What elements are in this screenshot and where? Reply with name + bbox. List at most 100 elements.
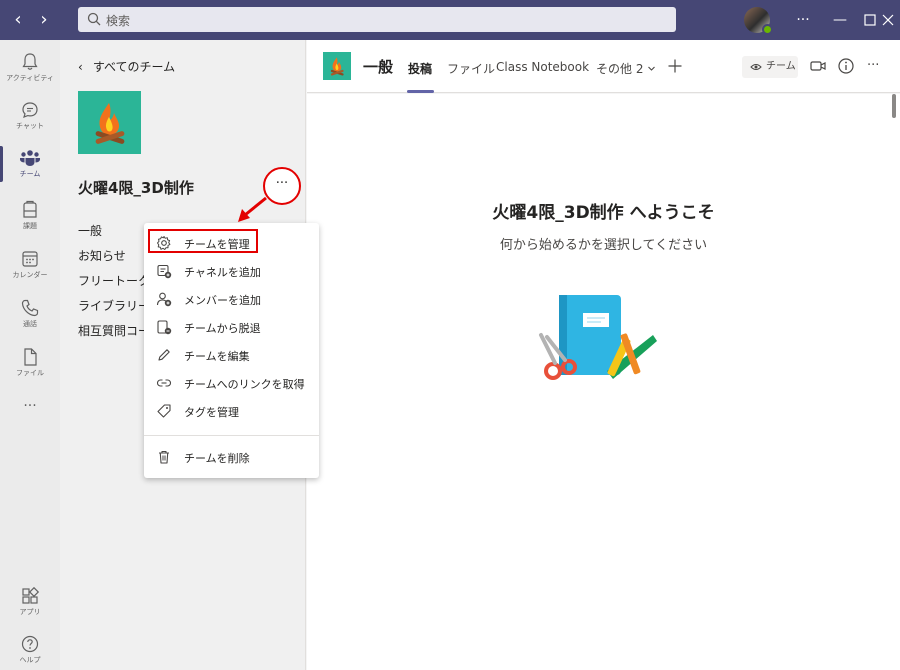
menu-item-leave-team[interactable]: チームから脱退 — [144, 313, 319, 341]
link-icon — [157, 379, 171, 387]
more-apps-icon[interactable]: ··· — [0, 398, 60, 418]
meet-icon[interactable] — [809, 57, 829, 77]
tag-icon — [157, 404, 171, 418]
channel-announcements[interactable]: お知らせ — [78, 247, 126, 264]
team-context-menu: チームを管理 チャネルを追加 メンバーを追加 チームから脱退 チームを編集 チー… — [144, 223, 319, 478]
menu-label: タグを管理 — [184, 406, 239, 419]
rail-item-calls[interactable]: 通話 — [0, 294, 60, 340]
campfire-icon — [330, 57, 344, 76]
add-channel-icon — [157, 264, 172, 279]
forward-arrow-icon[interactable]: › — [34, 10, 54, 30]
campfire-icon — [95, 103, 125, 144]
channel-free-talk[interactable]: フリートーク — [78, 272, 150, 289]
tab-files[interactable]: ファイル — [447, 60, 495, 77]
menu-label: チームから脱退 — [184, 322, 261, 335]
team-avatar[interactable] — [78, 91, 141, 154]
menu-label: チャネルを追加 — [184, 266, 261, 279]
channel-title: 一般 — [363, 58, 394, 76]
presence-available-icon — [762, 24, 773, 35]
all-teams-label: すべてのチーム — [92, 60, 176, 74]
team-visibility-button[interactable]: チーム — [742, 56, 798, 78]
team-button-label: チーム — [766, 61, 796, 72]
chevron-down-icon — [648, 66, 656, 71]
close-icon[interactable] — [878, 10, 898, 30]
rail-label: カレンダー — [12, 271, 48, 279]
channel-library[interactable]: ライブラリー — [78, 297, 150, 314]
rail-item-assignments[interactable]: 課題 — [0, 196, 60, 242]
menu-label: チームを削除 — [184, 452, 250, 465]
avatar[interactable] — [744, 7, 773, 35]
add-tab-icon[interactable] — [667, 58, 687, 78]
leave-team-icon — [157, 320, 172, 335]
trash-icon — [159, 450, 169, 464]
active-tab-indicator — [407, 90, 434, 93]
welcome-subtitle: 何から始めるかを選択してください — [499, 238, 708, 253]
menu-item-add-channel[interactable]: チャネルを追加 — [144, 257, 319, 285]
search-placeholder: 検索 — [106, 14, 131, 28]
menu-item-manage-tags[interactable]: タグを管理 — [144, 397, 319, 425]
menu-label: チームへのリンクを取得 — [184, 378, 305, 391]
bell-icon — [22, 53, 38, 70]
menu-divider — [144, 435, 319, 436]
pencil-icon — [158, 349, 170, 361]
rail-item-apps[interactable]: アプリ — [0, 582, 60, 628]
tab-more[interactable]: その他 2 — [596, 60, 656, 77]
rail-item-help[interactable]: ヘルプ — [0, 630, 60, 670]
assignments-icon — [23, 200, 37, 218]
back-arrow-icon[interactable]: ‹ — [8, 10, 28, 30]
rail-label: アクティビティ — [6, 74, 54, 82]
rail-item-calendar[interactable]: カレンダー — [0, 245, 60, 291]
chat-icon — [22, 102, 38, 118]
minimize-icon[interactable]: — — [830, 10, 850, 30]
maximize-icon[interactable] — [860, 10, 880, 30]
tab-more-label: その他 2 — [596, 62, 644, 76]
apps-icon — [22, 586, 40, 604]
menu-label: メンバーを追加 — [184, 294, 261, 307]
rail-label: チーム — [19, 170, 41, 178]
rail-label: アプリ — [19, 608, 41, 616]
calendar-icon — [22, 251, 38, 267]
channel-qa[interactable]: 相互質問コー — [78, 322, 150, 339]
menu-item-add-member[interactable]: メンバーを追加 — [144, 285, 319, 313]
search-icon — [87, 12, 101, 26]
highlight-box — [148, 229, 258, 253]
welcome-title: 火曜4限_3D制作 へようこそ — [492, 203, 715, 223]
rail-label: チャット — [16, 122, 44, 130]
rail-item-files[interactable]: ファイル — [0, 343, 60, 389]
rail-label: ヘルプ — [19, 656, 41, 664]
rail-label: 課題 — [23, 222, 37, 230]
title-bar: ‹ › 検索 ··· — — [0, 0, 900, 40]
menu-item-delete-team[interactable]: チームを削除 — [144, 443, 319, 471]
channel-header: 一般 投稿 ファイル Class Notebook その他 2 チーム ··· — [307, 40, 900, 93]
eye-icon — [750, 64, 762, 70]
more-options-icon[interactable]: ··· — [867, 57, 887, 77]
menu-label: チームを編集 — [184, 350, 250, 363]
help-icon — [21, 635, 39, 653]
all-teams-link[interactable]: ‹ すべてのチーム — [78, 58, 175, 75]
menu-item-get-link[interactable]: チームへのリンクを取得 — [144, 369, 319, 397]
app-rail: アクティビティ チャット チーム 課題 カレンダー 通話 ファイル ··· アプ… — [0, 40, 60, 670]
menu-item-edit-team[interactable]: チームを編集 — [144, 341, 319, 369]
add-member-icon — [156, 292, 172, 307]
channel-general[interactable]: 一般 — [78, 222, 102, 239]
tab-class-notebook[interactable]: Class Notebook — [496, 60, 589, 74]
rail-label: 通話 — [23, 320, 37, 328]
file-icon — [24, 348, 37, 366]
teams-icon — [20, 150, 40, 166]
phone-icon — [21, 299, 39, 317]
team-name: 火曜4限_3D制作 — [78, 179, 194, 197]
chevron-left-icon: ‹ — [78, 60, 83, 74]
team-avatar-small — [323, 52, 351, 80]
channel-content: 火曜4限_3D制作 へようこそ 何から始めるかを選択してください — [307, 94, 900, 670]
more-options-icon[interactable]: ··· — [793, 10, 813, 30]
tab-posts[interactable]: 投稿 — [408, 60, 432, 77]
scrollbar[interactable] — [892, 94, 896, 118]
search-input[interactable]: 検索 — [78, 7, 676, 32]
rail-item-activity[interactable]: アクティビティ — [0, 48, 60, 94]
rail-item-teams[interactable]: チーム — [0, 144, 60, 190]
info-icon[interactable] — [837, 57, 857, 77]
rail-label: ファイル — [16, 369, 44, 377]
rail-item-chat[interactable]: チャット — [0, 96, 60, 142]
notebook-illustration — [539, 295, 657, 380]
team-more-options-button[interactable]: ··· — [263, 167, 301, 205]
